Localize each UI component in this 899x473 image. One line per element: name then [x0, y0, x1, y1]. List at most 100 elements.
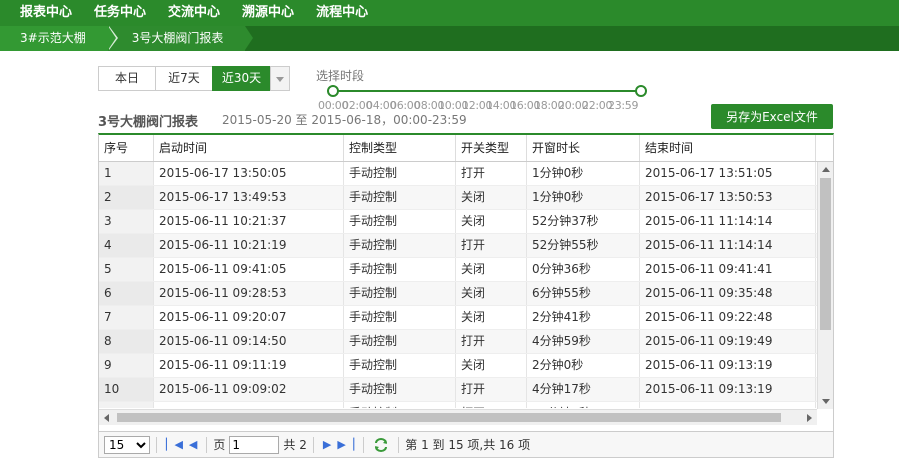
table-cell: 手动控制 — [344, 378, 456, 401]
table-row[interactable]: 5 2015-06-11 09:41:05 手动控制 关闭 0分钟36秒 2015-06-… — [99, 258, 833, 282]
tab-last-7-days[interactable]: 近7天 — [155, 66, 212, 91]
table-cell: 2015-06-11 11:14:14 — [640, 210, 816, 233]
table-row[interactable]: 7 2015-06-11 09:20:07 手动控制 关闭 2分钟41秒 2015-06-… — [99, 306, 833, 330]
table-row[interactable]: 4 2015-06-11 10:21:19 手动控制 打开 52分钟55秒 2015-06… — [99, 234, 833, 258]
table-cell: 关闭 — [456, 306, 527, 329]
page-number-input[interactable] — [229, 435, 280, 454]
breadcrumb-item-report[interactable]: 3号大棚阀门报表 — [107, 26, 253, 51]
table-cell: 手动控制 — [344, 282, 456, 305]
table-row[interactable]: 1 2015-06-17 13:50:05 手动控制 打开 1分钟0秒 2015-06-1… — [99, 162, 833, 186]
breadcrumb-label: 3#示范大棚 — [20, 31, 86, 45]
table-row[interactable]: 2 2015-06-17 13:49:53 手动控制 关闭 1分钟0秒 2015-06-1… — [99, 186, 833, 210]
horizontal-scrollbar[interactable] — [99, 409, 817, 425]
table-cell: 2015-06-11 09:19:49 — [640, 330, 816, 353]
table-row[interactable]: 6 2015-06-11 09:28:53 手动控制 关闭 6分钟55秒 2015-06-… — [99, 282, 833, 306]
page-label: 页 — [213, 438, 226, 452]
page-size-select[interactable]: 15 — [104, 435, 150, 454]
table-cell: 1 — [99, 162, 154, 185]
time-slider-start-handle[interactable] — [327, 85, 339, 97]
scrollbar-thumb[interactable] — [820, 178, 831, 330]
table-cell: 2015-06-11 08:56:32 — [154, 402, 344, 408]
table-cell: 2015-06-11 09:13:19 — [640, 354, 816, 377]
table-cell: 关闭 — [456, 210, 527, 233]
table-cell: 2015-06-11 09:13:19 — [640, 378, 816, 401]
table-cell: 3 — [99, 210, 154, 233]
scroll-right-arrow-icon[interactable] — [807, 414, 812, 422]
table-cell: 52分钟37秒 — [527, 210, 640, 233]
table-cell: 手动控制 — [344, 306, 456, 329]
last-page-icon[interactable]: ▶▕ — [337, 435, 354, 455]
vertical-scrollbar[interactable] — [817, 162, 833, 409]
nav-item-traceability[interactable]: 溯源中心 — [231, 0, 305, 26]
table-header: 序号 启动时间 控制类型 开关类型 开窗时长 结束时间 — [99, 135, 833, 162]
pager-divider — [156, 436, 157, 453]
column-header-open-duration[interactable]: 开窗时长 — [527, 135, 640, 161]
table-cell: 2015-06-11 09:41:05 — [154, 258, 344, 281]
pager-divider — [398, 436, 400, 453]
table-cell: 2015-06-11 09:09:02 — [154, 378, 344, 401]
table-row[interactable]: 3 2015-06-11 10:21:37 手动控制 关闭 52分钟37秒 2015-06… — [99, 210, 833, 234]
column-header-index[interactable]: 序号 — [99, 135, 154, 161]
tab-today[interactable]: 本日 — [98, 66, 155, 91]
table-cell: 4 — [99, 234, 154, 257]
table-cell: 手动控制 — [344, 234, 456, 257]
column-header-end-time[interactable]: 结束时间 — [640, 135, 816, 161]
range-dropdown-chevron-down-icon[interactable] — [270, 66, 290, 91]
table-cell: 8 — [99, 330, 154, 353]
breadcrumb-item-greenhouse[interactable]: 3#示范大棚 — [0, 26, 118, 51]
scroll-up-arrow-icon[interactable] — [822, 167, 830, 172]
column-header-control-type[interactable]: 控制类型 — [344, 135, 456, 161]
column-header-start-time[interactable]: 启动时间 — [154, 135, 344, 161]
table-cell: 手动控制 — [344, 354, 456, 377]
pager-divider — [312, 436, 314, 453]
nav-item-exchange[interactable]: 交流中心 — [157, 0, 231, 26]
table-cell: 打开 — [456, 402, 527, 408]
table-cell: 7 — [99, 306, 154, 329]
export-excel-button[interactable]: 另存为Excel文件 — [711, 104, 833, 129]
time-slider-end-handle[interactable] — [635, 85, 647, 97]
table-cell: 打开 — [456, 330, 527, 353]
table-cell: 9 — [99, 354, 154, 377]
valve-report-table: 序号 启动时间 控制类型 开关类型 开窗时长 结束时间 1 2015-06-17 … — [98, 133, 834, 432]
table-cell: 2015-06-11 09:14:50 — [154, 330, 344, 353]
table-cell: 0分钟36秒 — [527, 258, 640, 281]
pagination-bar: 15 ▏◀ ◀ 页 共 2 ▶ ▶▕ 第 1 到 15 项,共 16 项 — [98, 432, 834, 458]
table-row[interactable]: 112015-06-11 08:56:32手动控制打开10分钟2秒2015-06… — [99, 402, 833, 408]
table-cell: 1分钟0秒 — [527, 186, 640, 209]
table-cell: 2015-06-17 13:50:05 — [154, 162, 344, 185]
table-cell: 11 — [99, 402, 154, 408]
table-cell: 2015-06-11 10:21:19 — [154, 234, 344, 257]
prev-page-icon[interactable]: ◀ — [189, 435, 197, 455]
nav-item-reports[interactable]: 报表中心 — [0, 0, 83, 26]
scrollbar-thumb[interactable] — [117, 413, 781, 422]
pager-divider — [206, 436, 208, 453]
table-cell: 打开 — [456, 234, 527, 257]
first-page-icon[interactable]: ▏◀ — [166, 435, 183, 455]
refresh-icon[interactable] — [374, 437, 388, 452]
table-cell: 6 — [99, 282, 154, 305]
table-cell: 手动控制 — [344, 330, 456, 353]
table-cell: 手动控制 — [344, 210, 456, 233]
table-row[interactable]: 9 2015-06-11 09:11:19 手动控制 关闭 2分钟0秒 2015-06-1… — [99, 354, 833, 378]
table-body: 1 2015-06-17 13:50:05 手动控制 打开 1分钟0秒 2015-06-1… — [99, 162, 833, 408]
table-cell: 5 — [99, 258, 154, 281]
breadcrumb: 3#示范大棚 3号大棚阀门报表 — [0, 26, 899, 51]
time-slider-track[interactable] — [333, 90, 641, 92]
table-cell: 关闭 — [456, 186, 527, 209]
table-row[interactable]: 10 2015-06-11 09:09:02 手动控制 打开 4分钟17秒 2015-06… — [99, 378, 833, 402]
table-cell: 4分钟59秒 — [527, 330, 640, 353]
scroll-left-arrow-icon[interactable] — [104, 414, 109, 422]
tab-last-30-days[interactable]: 近30天 — [212, 66, 270, 91]
table-cell: 打开 — [456, 378, 527, 401]
table-cell: 2015-06-11 11:14:14 — [640, 234, 816, 257]
next-page-icon[interactable]: ▶ — [323, 435, 331, 455]
nav-item-workflow[interactable]: 流程中心 — [305, 0, 379, 26]
range-tabs: 本日 近7天 近30天 — [98, 66, 290, 91]
table-row[interactable]: 8 2015-06-11 09:14:50 手动控制 打开 4分钟59秒 2015-06-… — [99, 330, 833, 354]
scroll-down-arrow-icon[interactable] — [822, 399, 830, 404]
column-header-switch-type[interactable]: 开关类型 — [456, 135, 527, 161]
table-cell: 2015-06-11 09:35:48 — [640, 282, 816, 305]
table-cell: 打开 — [456, 162, 527, 185]
table-cell: 10分钟2秒 — [527, 402, 640, 408]
nav-item-tasks[interactable]: 任务中心 — [83, 0, 157, 26]
